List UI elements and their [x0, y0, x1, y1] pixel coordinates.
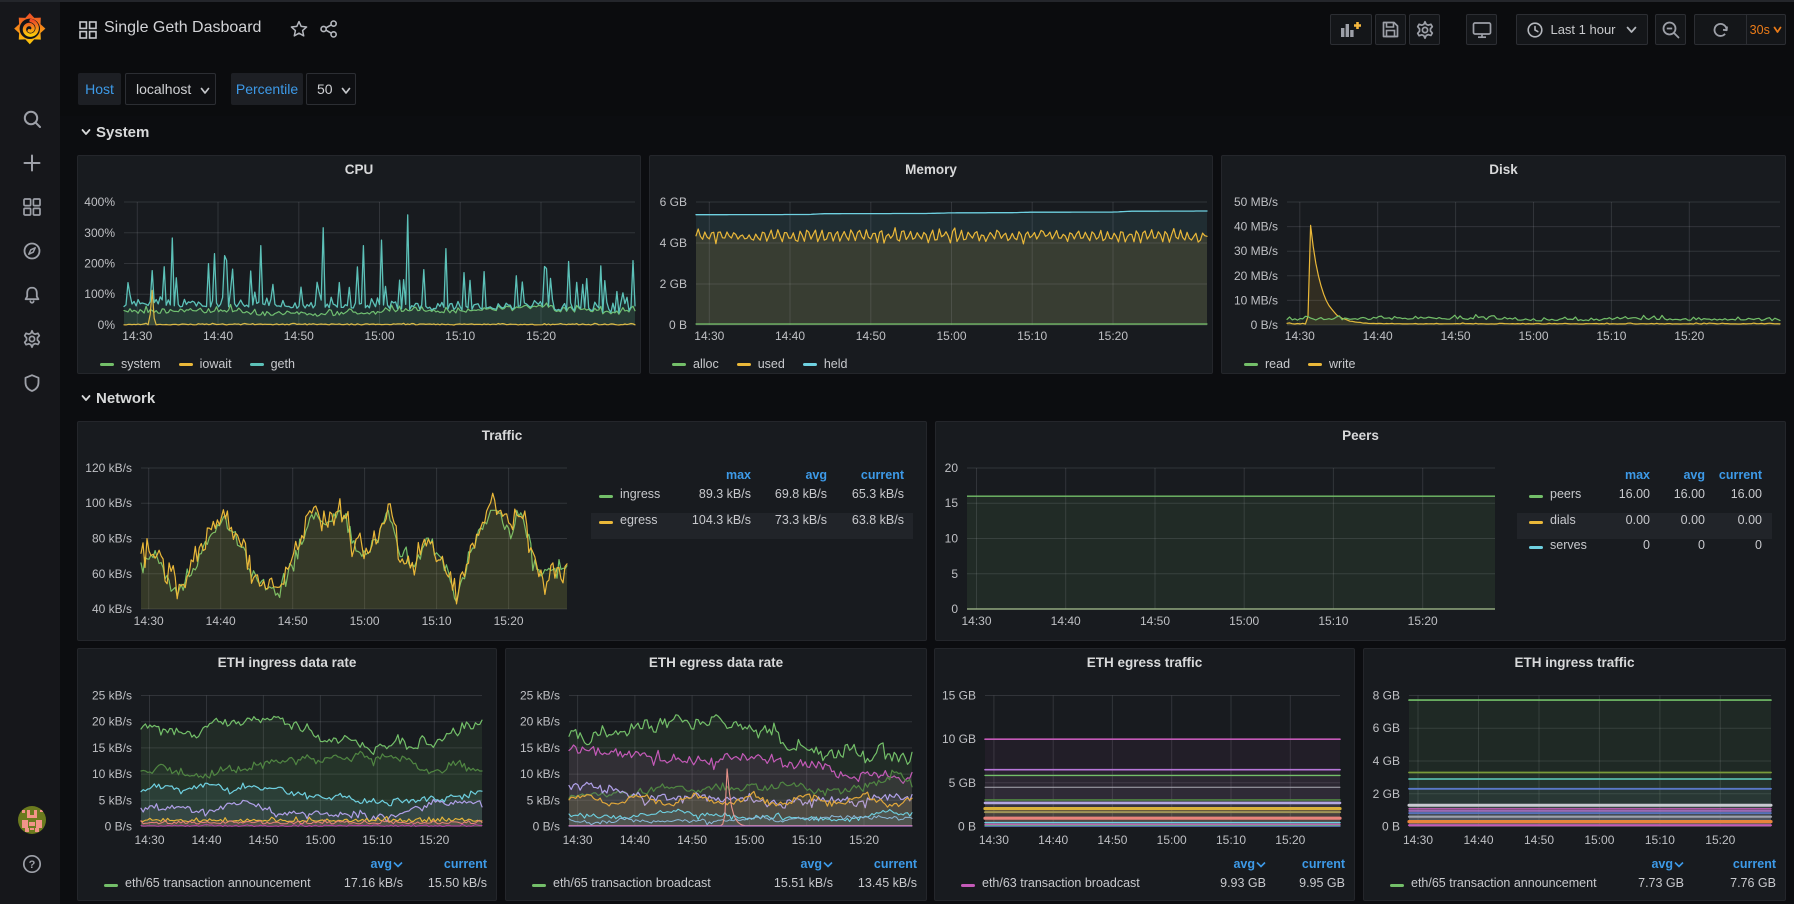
svg-text:14:30: 14:30: [979, 833, 1009, 847]
svg-text:14:30: 14:30: [122, 329, 152, 343]
svg-text:15:20: 15:20: [849, 833, 879, 847]
svg-text:100%: 100%: [84, 287, 115, 301]
svg-text:5 kB/s: 5 kB/s: [527, 793, 560, 807]
svg-text:15:20: 15:20: [494, 614, 524, 628]
svg-text:14:50: 14:50: [1524, 833, 1554, 847]
svg-text:5 GB: 5 GB: [949, 776, 976, 790]
svg-text:0: 0: [951, 602, 958, 616]
svg-text:10 kB/s: 10 kB/s: [520, 767, 560, 781]
svg-text:14:50: 14:50: [278, 614, 308, 628]
svg-text:15:20: 15:20: [419, 833, 449, 847]
svg-text:15:10: 15:10: [1216, 833, 1246, 847]
svg-text:14:40: 14:40: [1038, 833, 1068, 847]
svg-text:15:10: 15:10: [445, 329, 475, 343]
svg-text:15:00: 15:00: [936, 329, 966, 343]
svg-text:80 kB/s: 80 kB/s: [92, 532, 132, 546]
svg-text:0%: 0%: [98, 318, 116, 332]
svg-text:0 B/s: 0 B/s: [533, 820, 560, 834]
svg-text:14:50: 14:50: [248, 833, 278, 847]
svg-text:15:00: 15:00: [1584, 833, 1614, 847]
svg-text:15:00: 15:00: [350, 614, 380, 628]
svg-text:14:50: 14:50: [1097, 833, 1127, 847]
svg-text:15:10: 15:10: [362, 833, 392, 847]
svg-text:15:00: 15:00: [734, 833, 764, 847]
svg-text:50 MB/s: 50 MB/s: [1234, 195, 1278, 209]
svg-text:15:20: 15:20: [1275, 833, 1305, 847]
svg-text:14:40: 14:40: [206, 614, 236, 628]
svg-text:14:50: 14:50: [1441, 329, 1471, 343]
svg-text:15 kB/s: 15 kB/s: [92, 741, 132, 755]
svg-text:14:40: 14:40: [1363, 329, 1393, 343]
svg-text:15:00: 15:00: [1518, 329, 1548, 343]
svg-text:14:40: 14:40: [203, 329, 233, 343]
svg-text:15:00: 15:00: [1229, 614, 1259, 628]
svg-text:15:20: 15:20: [1674, 329, 1704, 343]
svg-text:20 kB/s: 20 kB/s: [92, 715, 132, 729]
svg-text:5: 5: [951, 567, 958, 581]
svg-text:15:10: 15:10: [1645, 833, 1675, 847]
svg-text:0 B/s: 0 B/s: [105, 820, 132, 834]
svg-text:10 kB/s: 10 kB/s: [92, 767, 132, 781]
svg-text:4 GB: 4 GB: [660, 236, 687, 250]
svg-text:14:30: 14:30: [563, 833, 593, 847]
svg-text:8 GB: 8 GB: [1373, 689, 1400, 703]
svg-text:15:00: 15:00: [364, 329, 394, 343]
svg-text:0 B: 0 B: [1382, 820, 1400, 834]
svg-text:?: ?: [29, 859, 36, 871]
svg-text:14:40: 14:40: [191, 833, 221, 847]
svg-text:14:40: 14:40: [620, 833, 650, 847]
svg-text:14:30: 14:30: [694, 329, 724, 343]
svg-text:15:10: 15:10: [1318, 614, 1348, 628]
svg-text:300%: 300%: [84, 226, 115, 240]
svg-text:40 MB/s: 40 MB/s: [1234, 220, 1278, 234]
svg-text:14:30: 14:30: [1285, 329, 1315, 343]
svg-text:15 GB: 15 GB: [942, 689, 976, 703]
svg-text:15:20: 15:20: [526, 329, 556, 343]
svg-text:15:10: 15:10: [422, 614, 452, 628]
svg-text:4 GB: 4 GB: [1373, 754, 1400, 768]
svg-text:20 kB/s: 20 kB/s: [520, 715, 560, 729]
svg-text:0 B/s: 0 B/s: [1251, 318, 1278, 332]
svg-text:15:00: 15:00: [1157, 833, 1187, 847]
svg-text:15:20: 15:20: [1705, 833, 1735, 847]
svg-text:14:40: 14:40: [775, 329, 805, 343]
svg-text:6 GB: 6 GB: [660, 195, 687, 209]
svg-text:15:10: 15:10: [1017, 329, 1047, 343]
svg-text:2 GB: 2 GB: [1373, 787, 1400, 801]
svg-text:40 kB/s: 40 kB/s: [92, 602, 132, 616]
svg-text:14:40: 14:40: [1051, 614, 1081, 628]
svg-text:15:20: 15:20: [1408, 614, 1438, 628]
svg-text:60 kB/s: 60 kB/s: [92, 567, 132, 581]
svg-text:14:30: 14:30: [1403, 833, 1433, 847]
svg-text:14:50: 14:50: [1140, 614, 1170, 628]
svg-text:15:20: 15:20: [1098, 329, 1128, 343]
svg-text:10 GB: 10 GB: [942, 732, 976, 746]
svg-text:0 B: 0 B: [958, 820, 976, 834]
svg-text:200%: 200%: [84, 257, 115, 271]
svg-text:20 MB/s: 20 MB/s: [1234, 269, 1278, 283]
svg-text:15:10: 15:10: [1596, 329, 1626, 343]
svg-text:14:30: 14:30: [134, 614, 164, 628]
svg-text:15 kB/s: 15 kB/s: [520, 741, 560, 755]
svg-text:400%: 400%: [84, 195, 115, 209]
svg-text:2 GB: 2 GB: [660, 277, 687, 291]
svg-text:14:50: 14:50: [677, 833, 707, 847]
svg-text:25 kB/s: 25 kB/s: [520, 689, 560, 703]
svg-text:15:00: 15:00: [305, 833, 335, 847]
svg-text:0 B: 0 B: [669, 318, 687, 332]
svg-text:6 GB: 6 GB: [1373, 721, 1400, 735]
svg-text:14:50: 14:50: [856, 329, 886, 343]
svg-text:14:40: 14:40: [1463, 833, 1493, 847]
svg-text:14:50: 14:50: [284, 329, 314, 343]
svg-text:10 MB/s: 10 MB/s: [1234, 293, 1278, 307]
svg-text:14:30: 14:30: [961, 614, 991, 628]
svg-text:15:10: 15:10: [792, 833, 822, 847]
svg-text:14:30: 14:30: [134, 833, 164, 847]
svg-text:30 MB/s: 30 MB/s: [1234, 244, 1278, 258]
svg-text:5 kB/s: 5 kB/s: [99, 793, 132, 807]
svg-text:25 kB/s: 25 kB/s: [92, 689, 132, 703]
